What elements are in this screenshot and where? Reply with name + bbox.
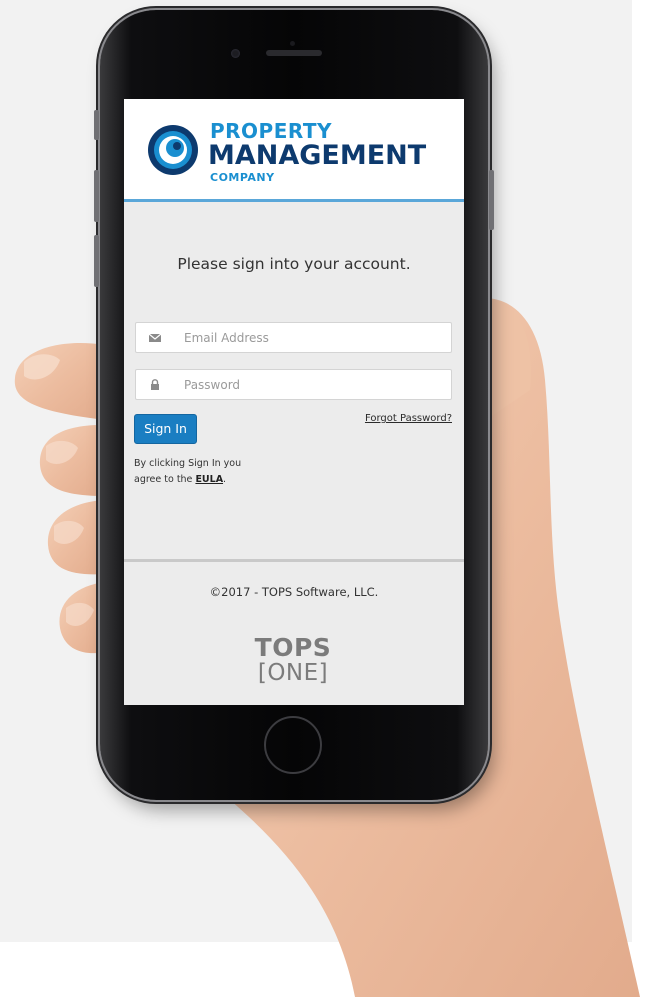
footer-divider — [124, 559, 464, 562]
volume-up-button — [94, 170, 99, 222]
logo-line-3: COMPANY — [210, 171, 275, 184]
photo-scene: PROPERTY MANAGEMENT COMPANY Please sign … — [0, 0, 650, 997]
home-button — [264, 716, 322, 774]
eula-period: . — [223, 474, 227, 485]
tops-one-logo: TOPS [ONE] — [248, 635, 338, 695]
earpiece-speaker — [266, 50, 322, 56]
lock-icon — [151, 379, 159, 390]
signin-prompt: Please sign into your account. — [177, 255, 411, 273]
app-header: PROPERTY MANAGEMENT COMPANY — [124, 99, 464, 202]
logo-line-2: MANAGEMENT — [208, 140, 427, 171]
volume-down-button — [94, 235, 99, 287]
mute-switch — [94, 110, 99, 140]
eula-link[interactable]: EULA — [195, 474, 223, 485]
proximity-sensor — [290, 41, 295, 46]
envelope-icon — [148, 333, 162, 342]
power-button — [489, 170, 494, 230]
copyright-text: ©2017 - TOPS Software, LLC. — [209, 585, 379, 599]
password-field[interactable] — [135, 369, 452, 400]
tops-logo-line-1: TOPS — [254, 633, 332, 662]
email-field[interactable] — [135, 322, 452, 353]
company-logo-icon — [148, 125, 198, 175]
tops-logo-line-2: [ONE] — [257, 660, 329, 686]
email-input[interactable] — [184, 323, 444, 352]
front-camera — [231, 49, 240, 58]
phone-screen: PROPERTY MANAGEMENT COMPANY Please sign … — [124, 99, 464, 705]
sign-in-button[interactable]: Sign In — [134, 414, 197, 444]
eula-notice: By clicking Sign In you agree to the EUL… — [134, 456, 264, 488]
forgot-password-link[interactable]: Forgot Password? — [365, 413, 452, 424]
password-input[interactable] — [184, 370, 444, 399]
phone-device: PROPERTY MANAGEMENT COMPANY Please sign … — [94, 10, 494, 800]
